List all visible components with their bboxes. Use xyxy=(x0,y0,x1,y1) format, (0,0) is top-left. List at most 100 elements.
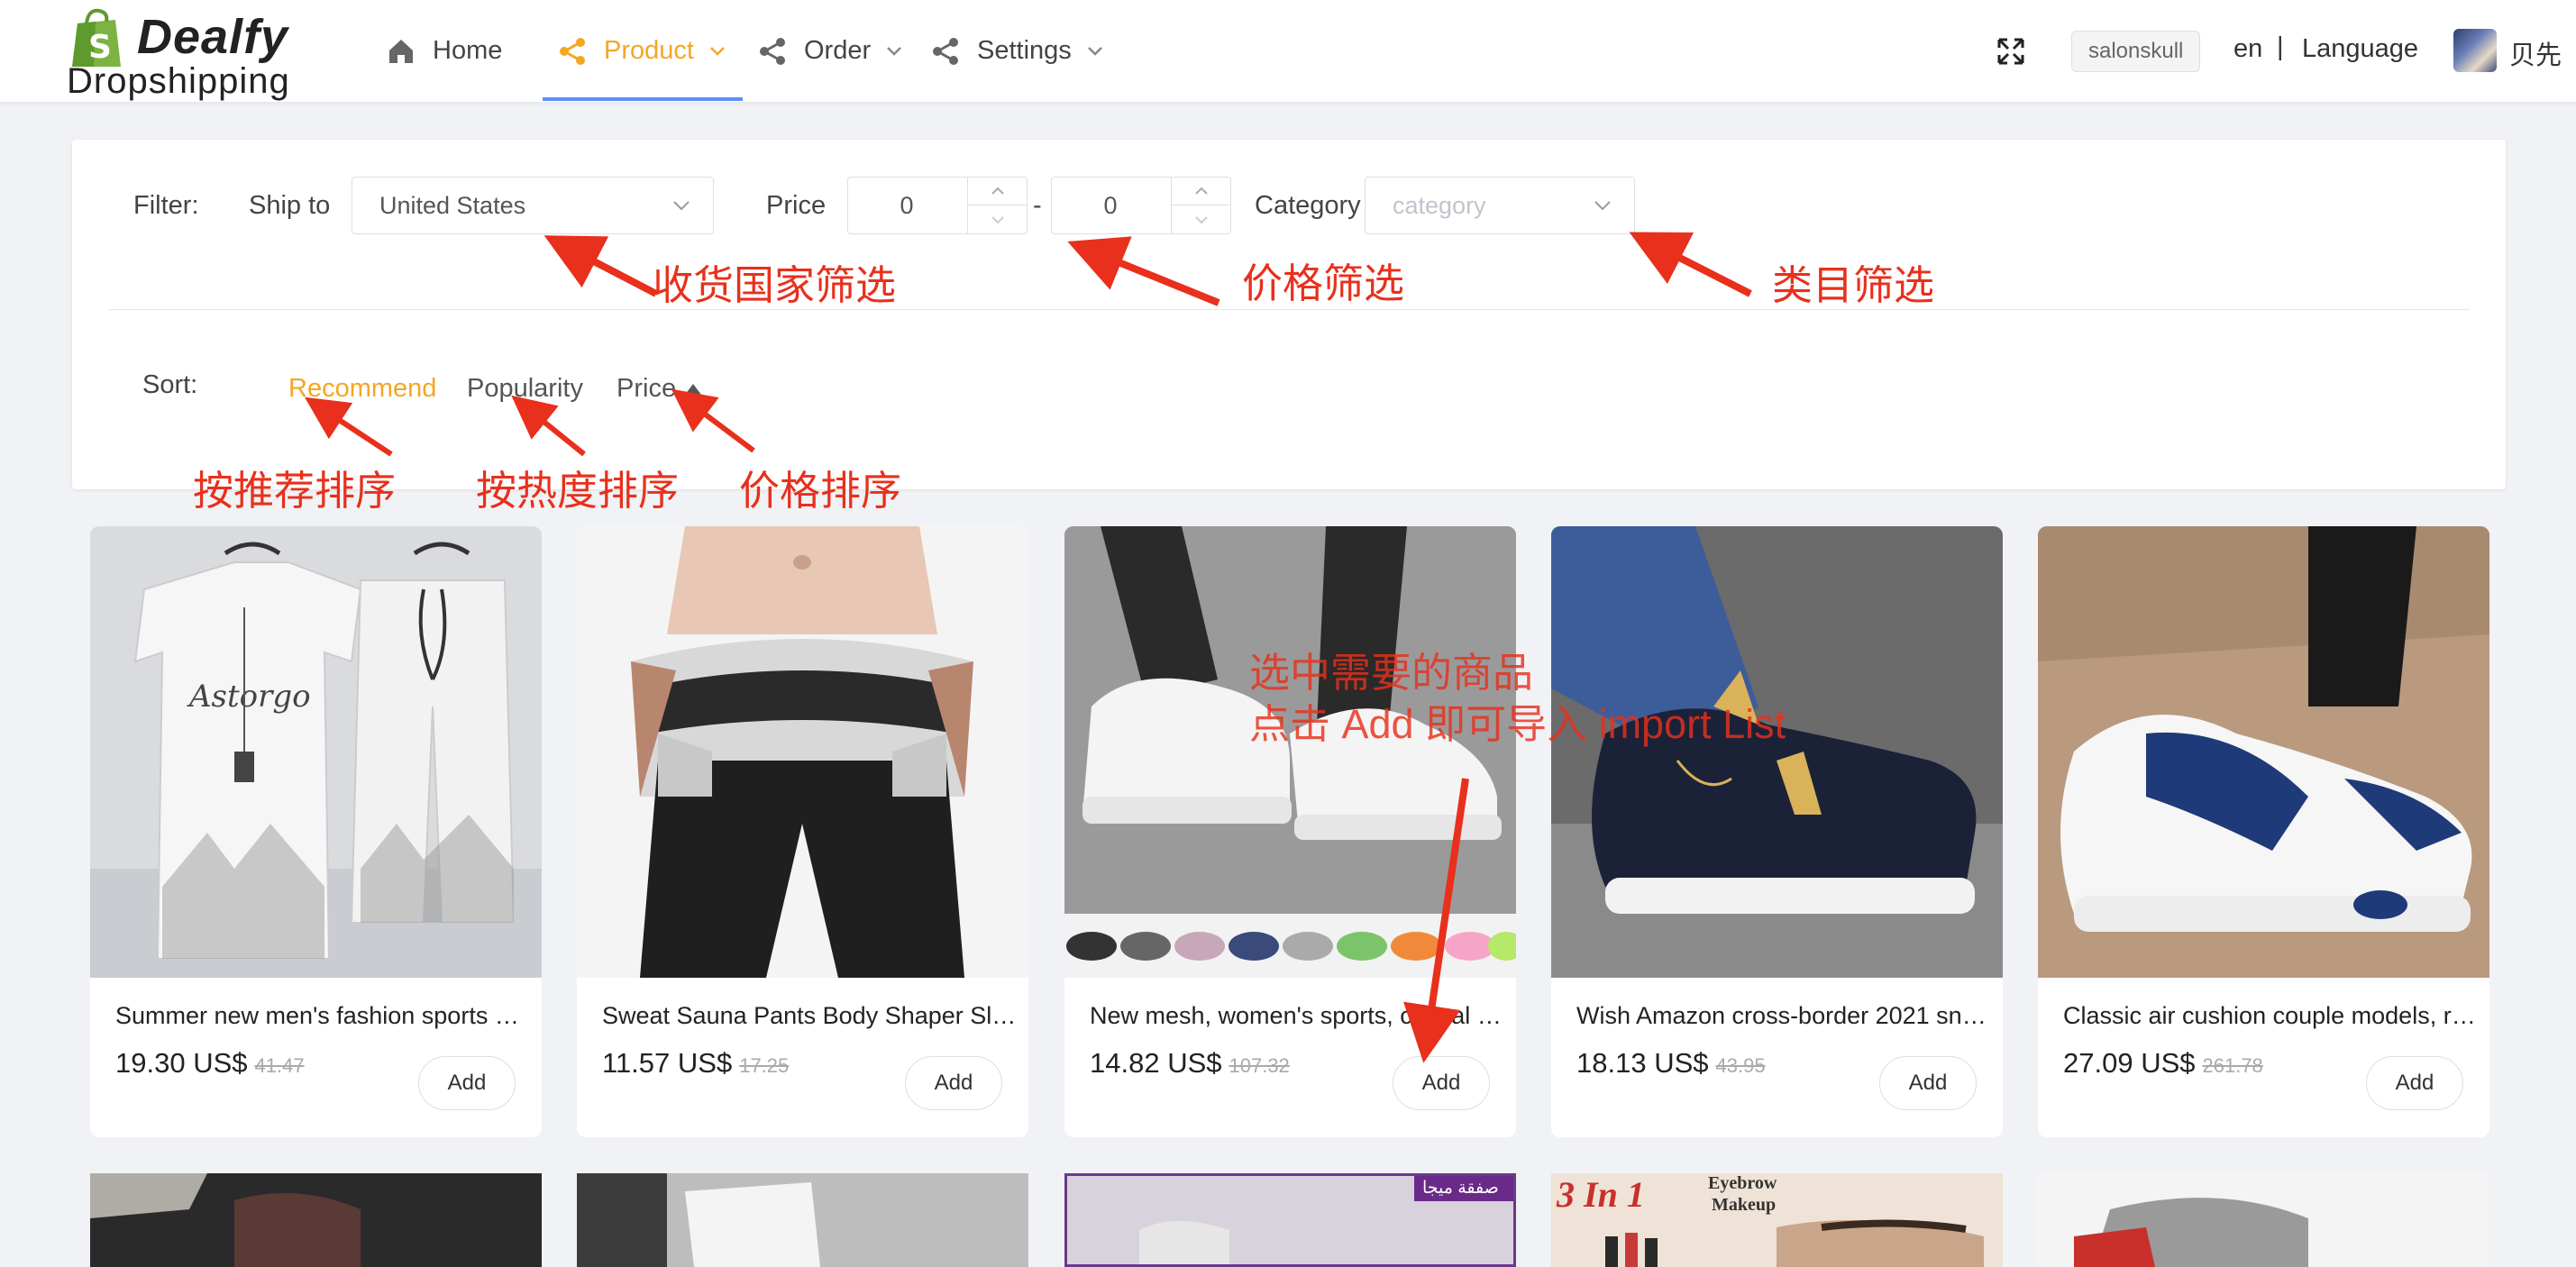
nav-home-label: Home xyxy=(433,36,503,65)
chevron-down-icon xyxy=(1195,215,1208,223)
original-price: 107.32 xyxy=(1229,1054,1290,1077)
avatar[interactable] xyxy=(2453,29,2497,72)
language-code[interactable]: en xyxy=(2233,34,2262,64)
original-price: 261.78 xyxy=(2202,1054,2263,1077)
product-price: 11.57 US$ 17.25 xyxy=(602,1047,789,1080)
product-title[interactable]: New mesh, women's sports, casual shoes xyxy=(1090,1002,1504,1030)
product-image[interactable] xyxy=(2038,526,2489,978)
nav-settings[interactable]: Settings xyxy=(930,0,1104,102)
product-title[interactable]: Summer new men's fashion sports suit sho… xyxy=(115,1002,530,1030)
product-image[interactable] xyxy=(1551,526,2003,978)
product-image xyxy=(90,1173,542,1267)
product-title[interactable]: Sweat Sauna Pants Body Shaper Slimming S… xyxy=(602,1002,1017,1030)
annotation-sort-recommend: 按推荐排序 xyxy=(193,468,397,514)
shopping-bag-icon: S xyxy=(72,8,121,67)
deal-badge: صفقة ميجا xyxy=(1422,1179,1499,1198)
product-image xyxy=(577,1173,1028,1267)
svg-text:Astorgo: Astorgo xyxy=(187,679,311,715)
panel-divider xyxy=(108,309,2470,310)
annotation-add-line1: 选中需要的商品 xyxy=(1249,650,1534,696)
chevron-down-icon xyxy=(887,46,902,56)
price-min-input[interactable]: 0 xyxy=(847,177,1028,234)
fullscreen-icon[interactable] xyxy=(1996,36,2026,67)
annotation-add-line2: 点击 Add 即可导入 import List xyxy=(1249,701,1786,747)
add-to-import-list-button[interactable]: Add xyxy=(418,1056,516,1110)
add-to-import-list-button[interactable]: Add xyxy=(2366,1056,2463,1110)
price-max-input[interactable]: 0 xyxy=(1051,177,1231,234)
svg-text:S: S xyxy=(88,29,112,66)
price-min-stepper xyxy=(967,178,1028,233)
add-to-import-list-button[interactable]: Add xyxy=(1393,1056,1490,1110)
language-separator: | xyxy=(2277,32,2284,61)
product-price: 14.82 US$ 107.32 xyxy=(1090,1047,1290,1080)
product-title[interactable]: Wish Amazon cross-border 2021 sneakers xyxy=(1576,1002,1991,1030)
sale-price: 18.13 US$ xyxy=(1576,1047,1709,1079)
share-icon xyxy=(760,37,785,65)
nav-product[interactable]: Product xyxy=(557,0,726,102)
brand-name: Dealfy xyxy=(137,10,289,64)
share-icon xyxy=(933,37,958,65)
sale-price: 14.82 US$ xyxy=(1090,1047,1222,1079)
sort-recommend[interactable]: Recommend xyxy=(288,374,436,404)
product-card[interactable]: Sweat Sauna Pants Body Shaper Slimming S… xyxy=(577,526,1028,1137)
annotation-sort-popularity: 按热度排序 xyxy=(476,468,680,514)
chevron-down-icon xyxy=(1087,46,1102,56)
increment-button[interactable] xyxy=(968,178,1028,205)
promo-subtitle: Makeup xyxy=(1712,1195,1777,1215)
product-card[interactable] xyxy=(2038,1173,2489,1267)
original-price: 17.25 xyxy=(739,1054,790,1077)
category-label: Category xyxy=(1255,191,1361,220)
product-card[interactable] xyxy=(577,1173,1028,1267)
product-price: 19.30 US$ 41.47 xyxy=(115,1047,305,1080)
sale-price: 19.30 US$ xyxy=(115,1047,248,1079)
nav-product-label: Product xyxy=(604,36,694,65)
product-image-navy-sneaker xyxy=(1551,526,2003,978)
home-icon xyxy=(389,39,413,63)
product-card[interactable]: New mesh, women's sports, casual shoes 1… xyxy=(1064,526,1516,1137)
annotation-category-filter: 类目筛选 xyxy=(1772,262,1935,308)
increment-button[interactable] xyxy=(1172,178,1231,205)
category-select[interactable]: category xyxy=(1365,177,1635,234)
active-tab-indicator xyxy=(543,97,743,101)
annotation-sort-price: 价格排序 xyxy=(739,468,902,514)
product-card[interactable]: Classic air cushion couple models, runni… xyxy=(2038,526,2489,1137)
promo-subtitle: Eyebrow xyxy=(1708,1173,1777,1193)
product-card[interactable] xyxy=(90,1173,542,1267)
decrement-button[interactable] xyxy=(1172,205,1231,233)
product-card[interactable]: 3 In 1 Eyebrow Makeup xyxy=(1551,1173,2003,1267)
decrement-button[interactable] xyxy=(968,205,1028,233)
product-title[interactable]: Classic air cushion couple models, runni… xyxy=(2063,1002,2478,1030)
price-max-stepper xyxy=(1171,178,1231,233)
product-card[interactable]: Wish Amazon cross-border 2021 sneakers 1… xyxy=(1551,526,2003,1137)
product-image[interactable] xyxy=(1064,526,1516,978)
ship-to-select[interactable]: United States xyxy=(352,177,714,234)
product-image[interactable] xyxy=(577,526,1028,978)
chevron-up-icon xyxy=(1195,187,1208,195)
brand-logo[interactable]: S Dealfy Dropshipping xyxy=(65,4,308,101)
product-card[interactable]: صفقة ميجا xyxy=(1064,1173,1516,1267)
product-image-tshirt-set: Astorgo xyxy=(90,526,542,978)
product-price: 18.13 US$ 43.95 xyxy=(1576,1047,1766,1080)
user-name[interactable]: 贝先 xyxy=(2509,34,2562,72)
sort-popularity[interactable]: Popularity xyxy=(467,374,583,404)
nav-order[interactable]: Order xyxy=(757,0,903,102)
price-max-value: 0 xyxy=(1103,191,1118,219)
chevron-down-icon xyxy=(991,215,1004,223)
original-price: 43.95 xyxy=(1715,1054,1766,1077)
share-icon xyxy=(560,37,585,65)
product-image-sauna-shorts xyxy=(577,526,1028,978)
sort-price[interactable]: Price xyxy=(617,374,702,404)
product-card[interactable]: Astorgo Summer new men's fashion sports … xyxy=(90,526,542,1137)
annotation-ship-to: 收货国家筛选 xyxy=(653,262,897,308)
price-min-value: 0 xyxy=(900,191,914,219)
add-to-import-list-button[interactable]: Add xyxy=(905,1056,1002,1110)
language-switcher[interactable]: Language xyxy=(2302,34,2418,64)
sort-label: Sort: xyxy=(142,370,198,399)
ship-to-value: United States xyxy=(379,191,526,219)
product-image[interactable]: Astorgo xyxy=(90,526,542,978)
add-to-import-list-button[interactable]: Add xyxy=(1879,1056,1977,1110)
nav-home[interactable]: Home xyxy=(386,0,502,102)
price-label: Price xyxy=(766,191,827,220)
chevron-down-icon xyxy=(673,201,690,211)
nav-order-label: Order xyxy=(804,36,872,65)
